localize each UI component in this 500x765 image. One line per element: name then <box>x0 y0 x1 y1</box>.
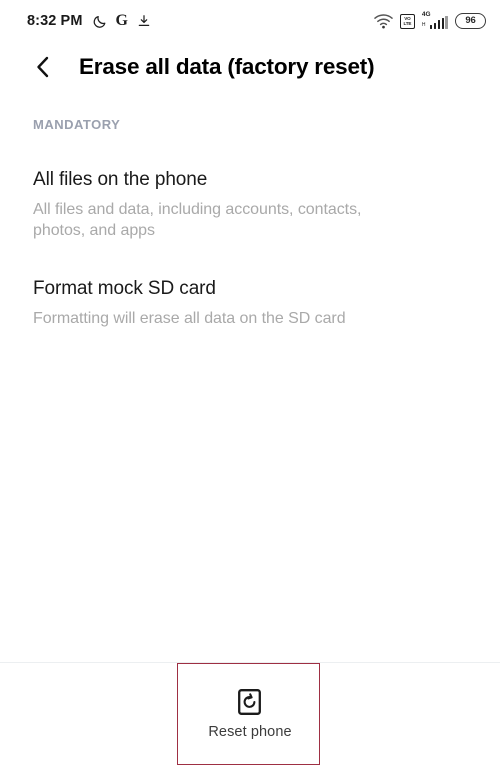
status-bar-left: 8:32 PM G <box>27 13 151 29</box>
back-chevron-icon <box>37 56 49 78</box>
mobile-signal-icon: 4G H <box>422 11 448 29</box>
section-header-mandatory: MANDATORY <box>33 117 121 132</box>
volte-icon: VO LTE <box>399 13 415 29</box>
list-item-title: All files on the phone <box>33 169 208 190</box>
battery-indicator: 96 <box>455 13 486 29</box>
reset-phone-label: Reset phone <box>208 724 292 741</box>
battery-level: 96 <box>465 15 476 27</box>
status-bar: 8:32 PM G VO LTE 4G H 96 <box>0 0 500 42</box>
app-bar: Erase all data (factory reset) <box>0 42 500 98</box>
settings-list: MANDATORY All files on the phone All fil… <box>0 98 500 662</box>
phone-screen: 8:32 PM G VO LTE 4G H 96 Erase all data … <box>0 0 500 765</box>
dark-mode-moon-icon <box>92 14 107 29</box>
download-icon <box>137 14 151 28</box>
status-bar-clock: 8:32 PM <box>27 12 83 29</box>
list-item-summary: Formatting will erase all data on the SD… <box>33 309 346 327</box>
reset-phone-icon <box>238 688 262 715</box>
bottom-action-bar: Reset phone <box>0 662 500 765</box>
reset-phone-button[interactable]: Reset phone <box>178 678 321 750</box>
list-item-all-files-on-the-phone[interactable]: All files on the phone All files and dat… <box>33 169 467 241</box>
list-item-summary: All files and data, including accounts, … <box>33 200 362 239</box>
google-g-icon: G <box>115 12 128 29</box>
list-item-format-mock-sd-card[interactable]: Format mock SD card Formatting will eras… <box>33 278 467 329</box>
list-item-title: Format mock SD card <box>33 278 216 300</box>
back-button[interactable] <box>26 50 60 84</box>
page-title: Erase all data (factory reset) <box>79 54 375 79</box>
status-bar-right: VO LTE 4G H 96 <box>374 11 486 29</box>
wifi-icon <box>374 13 393 29</box>
signal-bars <box>429 16 448 29</box>
